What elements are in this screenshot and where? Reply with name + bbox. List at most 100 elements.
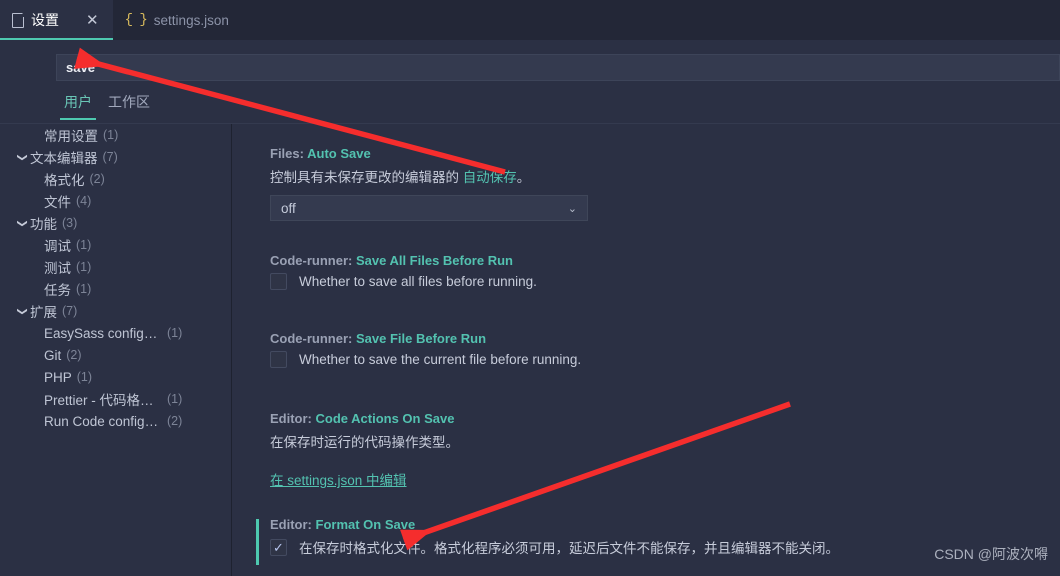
checkbox-label: 在保存时格式化文件。格式化程序必须可用，延迟后文件不能保存，并且编辑器不能关闭。 [299, 541, 839, 556]
tree-item-count: (1) [76, 260, 92, 274]
tree-item[interactable]: ❯ 扩展 (7) [0, 300, 231, 322]
tree-item-label: 扩展 [30, 305, 57, 320]
check-icon: ✓ [273, 539, 284, 555]
tree-item-count: (1) [167, 392, 183, 406]
chevron-down-icon: ⌄ [567, 202, 577, 215]
tree-item-label: Git [44, 347, 62, 363]
tree-item-count: (1) [76, 238, 92, 252]
desc-link[interactable]: 自动保存 [463, 170, 517, 185]
checkbox-row: Whether to save the current file before … [270, 351, 581, 368]
tree-item[interactable]: ❯EasySass configura...(1) [0, 322, 231, 344]
checkbox-label: Whether to save all files before running… [299, 274, 537, 289]
tree-item-label: 测试 [44, 261, 71, 276]
braces-icon: { } [124, 12, 148, 28]
setting-editor-code-actions-on-save[interactable]: Editor: Code Actions On Save 在保存时运行的代码操作… [270, 411, 459, 490]
tree-item-count: (1) [76, 282, 92, 296]
tree-item-count: (2) [167, 414, 183, 428]
tree-item[interactable]: ❯测试(1) [0, 256, 231, 278]
tree-item[interactable]: ❯常用设置(1) [0, 124, 231, 146]
tree-item-count: (1) [76, 370, 93, 384]
tab-settings[interactable]: 设置 ✕ [0, 0, 113, 40]
tree-item-count: (1) [103, 128, 119, 142]
tree-item-count: (4) [76, 194, 92, 208]
tree-item[interactable]: ❯文件(4) [0, 190, 231, 212]
chevron-down-icon[interactable]: ❯ [17, 149, 28, 165]
tree-item-label: PHP [44, 369, 72, 385]
setting-code-runner-save-all-files[interactable]: Code-runner: Save All Files Before Run W… [270, 253, 537, 290]
settings-body: ❯常用设置(1)❯文本编辑器(7)❯格式化(2)❯文件(4)❯功能(3)❯调试(… [0, 124, 1060, 576]
scope-tab-bar: 用户 工作区 [0, 86, 1060, 124]
checkbox-label: Whether to save the current file before … [299, 352, 582, 367]
watermark: CSDN @阿波次嘚 [934, 546, 1048, 562]
settings-list: Files: Auto Save 控制具有未保存更改的编辑器的 自动保存。 of… [232, 124, 1060, 576]
tree-item[interactable]: ❯ 功能 (3) [0, 212, 231, 234]
setting-key: Code Actions On Save [315, 411, 455, 426]
tab-settings-label: 设置 [31, 12, 59, 28]
save-all-files-checkbox[interactable] [270, 273, 287, 290]
setting-key: Format On Save [315, 517, 416, 532]
tab-user-settings-label: 用户 [64, 94, 92, 110]
edit-in-settings-json-link[interactable]: 在 settings.json 中编辑 [270, 473, 407, 488]
search-input[interactable]: save [56, 54, 1060, 81]
tree-item-label: 格式化 [44, 173, 85, 188]
chevron-down-icon[interactable]: ❯ [17, 303, 28, 319]
setting-files-auto-save[interactable]: Files: Auto Save 控制具有未保存更改的编辑器的 自动保存。 of… [270, 146, 588, 221]
tree-item[interactable]: ❯任务(1) [0, 278, 231, 300]
search-input-value: save [66, 60, 95, 75]
format-on-save-checkbox[interactable]: ✓ [270, 538, 287, 556]
tree-item[interactable]: ❯Git(2) [0, 344, 231, 366]
tree-item-count: (2) [89, 172, 105, 186]
tree-item[interactable]: ❯Run Code configur...(2) [0, 410, 231, 432]
tree-item[interactable]: ❯Prettier - 代码格式...(1) [0, 388, 231, 410]
tree-item-count: (1) [167, 326, 183, 340]
setting-key: Save All Files Before Run [355, 253, 513, 268]
search-row: save [0, 40, 1060, 86]
tree-item-label: Prettier - 代码格式... [44, 393, 162, 408]
setting-group: Files: [270, 146, 304, 161]
setting-description: 在保存时运行的代码操作类型。 [270, 435, 459, 450]
tree-item-label: 文件 [44, 195, 71, 210]
tree-item-label: 任务 [44, 283, 71, 298]
settings-category-tree: ❯常用设置(1)❯文本编辑器(7)❯格式化(2)❯文件(4)❯功能(3)❯调试(… [0, 124, 231, 576]
setting-title: Code-runner: Save All Files Before Run [270, 253, 537, 268]
setting-key: Auto Save [307, 146, 371, 161]
setting-title: Editor: Code Actions On Save [270, 411, 459, 426]
tree-item[interactable]: ❯调试(1) [0, 234, 231, 256]
tree-item-count: (7) [102, 150, 118, 164]
setting-group: Code-runner: [270, 253, 353, 268]
auto-save-dropdown-value: off [281, 200, 296, 216]
tree-item-count: (2) [66, 348, 82, 362]
tree-item-label: 功能 [30, 217, 57, 232]
setting-editor-format-on-save[interactable]: Editor: Format On Save ✓ 在保存时格式化文件。格式化程序… [256, 517, 839, 565]
setting-title: Files: Auto Save [270, 146, 588, 161]
checkbox-row: Whether to save all files before running… [270, 273, 537, 290]
tree-item-label: 常用设置 [44, 129, 98, 144]
tab-workspace-settings-label: 工作区 [108, 94, 150, 110]
desc-prefix: 控制具有未保存更改的编辑器的 [270, 170, 463, 185]
tree-item[interactable]: ❯ 文本编辑器 (7) [0, 146, 231, 168]
tab-settings-json-label: settings.json [153, 12, 229, 28]
save-file-checkbox[interactable] [270, 351, 287, 368]
desc-suffix: 。 [516, 170, 531, 185]
auto-save-dropdown[interactable]: off ⌄ [270, 195, 588, 221]
tree-item-count: (7) [62, 304, 78, 318]
setting-key: Save File Before Run [355, 331, 487, 346]
file-icon [12, 12, 25, 28]
tree-item-label: EasySass configura... [44, 325, 162, 341]
tree-item-label: 文本编辑器 [30, 151, 98, 166]
editor-tab-bar: 设置 ✕ { } settings.json [0, 0, 1060, 40]
close-icon[interactable]: ✕ [86, 12, 99, 28]
setting-description: 控制具有未保存更改的编辑器的 自动保存。 [270, 166, 588, 186]
tab-user-settings[interactable]: 用户 [60, 92, 96, 120]
tree-item-label: 调试 [44, 239, 71, 254]
tree-item-count: (3) [62, 216, 78, 230]
active-scope-underline [60, 118, 96, 120]
tree-item[interactable]: ❯格式化(2) [0, 168, 231, 190]
chevron-down-icon[interactable]: ❯ [17, 215, 28, 231]
setting-title: Editor: Format On Save [270, 517, 839, 532]
tab-settings-json[interactable]: { } settings.json [112, 0, 243, 40]
setting-code-runner-save-file[interactable]: Code-runner: Save File Before Run Whethe… [270, 331, 581, 368]
tab-workspace-settings[interactable]: 工作区 [104, 92, 154, 120]
tree-item[interactable]: ❯PHP(1) [0, 366, 231, 388]
tree-item-label: Run Code configur... [44, 413, 162, 429]
